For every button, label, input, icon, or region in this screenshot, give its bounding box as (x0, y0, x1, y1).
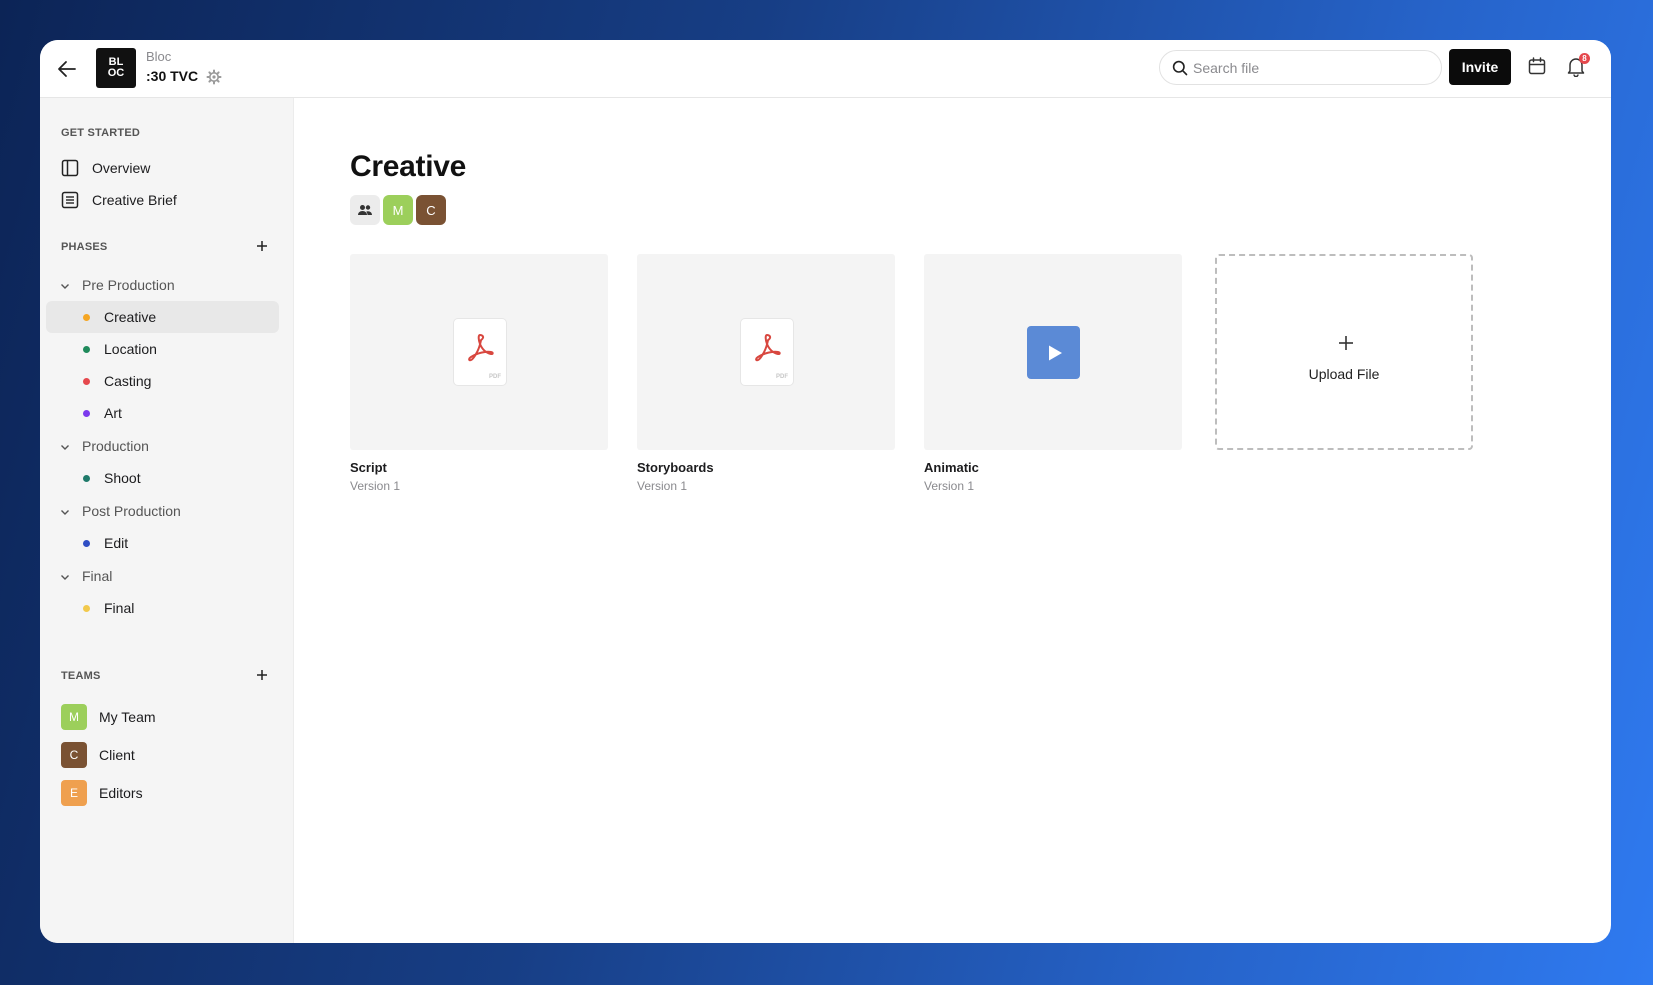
play-icon (1027, 326, 1080, 379)
file-thumbnail: PDF (350, 254, 608, 450)
avatar: M (61, 704, 87, 730)
sidebar-item-label: Overview (92, 160, 151, 176)
people-icon[interactable] (350, 195, 380, 225)
file-name: Animatic (924, 460, 979, 475)
phase-item-label: Location (104, 341, 157, 357)
team-item-label: My Team (99, 709, 156, 725)
pdf-icon: PDF (454, 319, 506, 385)
search-icon (1172, 60, 1188, 76)
status-dot (83, 540, 90, 547)
org-name: Bloc (146, 49, 172, 64)
plus-icon (1337, 334, 1355, 352)
phase-item-label: Creative (104, 309, 157, 325)
phase-item-label: Shoot (104, 470, 141, 486)
file-card-storyboards[interactable]: PDF Storyboards Version 1 (637, 254, 895, 493)
phases-heading: PHASES (61, 241, 108, 253)
phase-item-shoot[interactable]: Shoot (46, 462, 279, 494)
add-phase-plus-icon[interactable] (254, 238, 270, 254)
pdf-badge: PDF (776, 374, 788, 380)
chevron-down-icon (59, 505, 71, 517)
sidebar-item-creative-brief[interactable]: Creative Brief (46, 184, 279, 216)
file-name: Script (350, 460, 387, 475)
team-item-editors[interactable]: E Editors (46, 775, 279, 809)
phase-item-label: Art (104, 405, 122, 421)
status-dot (83, 346, 90, 353)
phase-item-creative[interactable]: Creative (46, 301, 279, 333)
phase-item-location[interactable]: Location (46, 333, 279, 365)
team-item-client[interactable]: C Client (46, 737, 279, 771)
status-dot (83, 605, 90, 612)
calendar-icon[interactable] (1527, 56, 1549, 78)
file-card-script[interactable]: PDF Script Version 1 (350, 254, 608, 493)
phase-item-final[interactable]: Final (46, 592, 279, 624)
document-icon (61, 191, 79, 209)
search-input[interactable] (1193, 57, 1433, 79)
team-item-label: Client (99, 747, 135, 763)
chevron-down-icon (59, 440, 71, 452)
project-name[interactable]: :30 TVC (146, 68, 198, 84)
sidebar: GET STARTED Overview Creative Brief PHAS… (40, 98, 294, 943)
back-arrow-icon[interactable] (54, 56, 80, 82)
project-logo[interactable]: BL OC (96, 48, 136, 88)
upload-label: Upload File (1308, 366, 1380, 382)
phase-item-label: Casting (104, 373, 152, 389)
phase-group-final[interactable]: Final (46, 561, 279, 591)
file-name: Storyboards (637, 460, 714, 475)
phase-item-label: Edit (104, 535, 129, 551)
pdf-icon: PDF (741, 319, 793, 385)
invite-button[interactable]: Invite (1449, 49, 1511, 85)
upload-file-button[interactable]: Upload File (1215, 254, 1473, 450)
phase-group-pre-production[interactable]: Pre Production (46, 270, 279, 300)
status-dot (83, 475, 90, 482)
panel-icon (61, 159, 79, 177)
app-window: BL OC Bloc :30 TVC Invite 8 GET STARTED … (40, 40, 1611, 943)
status-dot (83, 410, 90, 417)
notification-badge: 8 (1579, 53, 1590, 64)
file-thumbnail: PDF (637, 254, 895, 450)
member-avatars: M C (350, 195, 446, 225)
file-card-animatic[interactable]: Animatic Version 1 (924, 254, 1182, 493)
avatar[interactable]: C (416, 195, 446, 225)
phase-group-label: Pre Production (82, 277, 175, 293)
file-version: Version 1 (350, 479, 401, 493)
avatar: C (61, 742, 87, 768)
chevron-down-icon (59, 570, 71, 582)
file-thumbnail (924, 254, 1182, 450)
file-version: Version 1 (637, 479, 688, 493)
status-dot (83, 314, 90, 321)
phase-item-label: Final (104, 600, 135, 616)
sidebar-item-overview[interactable]: Overview (46, 152, 279, 184)
phase-group-post-production[interactable]: Post Production (46, 496, 279, 526)
get-started-heading: GET STARTED (61, 127, 140, 139)
sidebar-item-label: Creative Brief (92, 192, 177, 208)
file-version: Version 1 (924, 479, 975, 493)
team-item-label: Editors (99, 785, 143, 801)
phase-item-art[interactable]: Art (46, 397, 279, 429)
search-box[interactable] (1159, 50, 1442, 85)
gear-icon[interactable] (206, 69, 222, 85)
avatar[interactable]: M (383, 195, 413, 225)
phase-item-casting[interactable]: Casting (46, 365, 279, 397)
phase-group-production[interactable]: Production (46, 431, 279, 461)
top-bar: BL OC Bloc :30 TVC Invite 8 (40, 40, 1611, 98)
team-item-my-team[interactable]: M My Team (46, 699, 279, 733)
phase-group-label: Production (82, 438, 149, 454)
add-team-plus-icon[interactable] (254, 667, 270, 683)
main-content: Creative M C PDF Script Version 1 PDF St… (294, 98, 1611, 943)
page-title: Creative (350, 150, 467, 183)
pdf-badge: PDF (489, 374, 501, 380)
phase-group-label: Post Production (82, 503, 181, 519)
phase-item-edit[interactable]: Edit (46, 527, 279, 559)
chevron-down-icon (59, 279, 71, 291)
status-dot (83, 378, 90, 385)
phase-group-label: Final (82, 568, 113, 584)
teams-heading: TEAMS (61, 670, 101, 682)
avatar: E (61, 780, 87, 806)
